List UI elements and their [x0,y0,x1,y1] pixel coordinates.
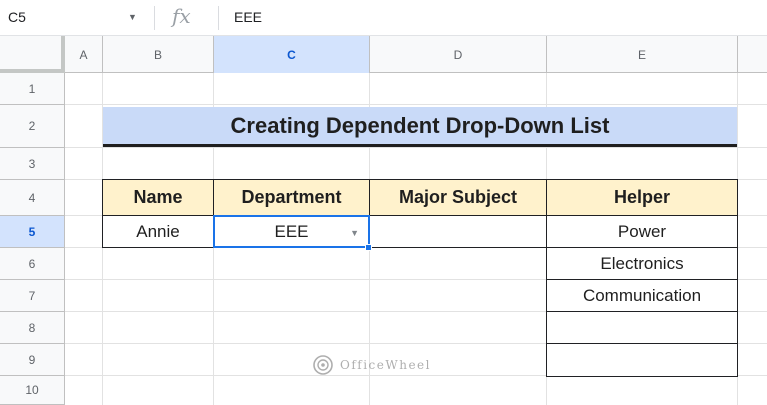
helper-cell[interactable] [546,311,738,344]
row-header-6[interactable]: 6 [0,248,65,280]
column-header-d[interactable]: D [370,36,547,73]
column-header-e[interactable]: E [547,36,738,73]
row-header-10[interactable]: 10 [0,376,65,405]
department-dropdown-cell[interactable]: EEE ▼ [213,215,370,248]
column-header-row: A B C D E [0,36,767,73]
column-header-b[interactable]: B [103,36,214,73]
header-department-cell[interactable]: Department [213,179,370,216]
fill-handle[interactable] [365,244,372,251]
grid-line [65,104,767,105]
officewheel-logo-icon [313,355,333,375]
chevron-down-icon[interactable]: ▼ [128,12,137,22]
select-all-corner[interactable] [0,36,65,73]
watermark-text: OfficeWheel [340,358,431,372]
name-box-value: C5 [8,9,26,25]
row-header-3[interactable]: 3 [0,148,65,180]
row-header-9[interactable]: 9 [0,344,65,376]
name-cell[interactable]: Annie [102,215,214,248]
helper-cell[interactable] [546,343,738,377]
row-header-8[interactable]: 8 [0,312,65,344]
formula-input[interactable]: EEE [234,9,262,25]
header-major-subject-cell[interactable]: Major Subject [369,179,547,216]
helper-cell[interactable]: Power [546,215,738,248]
row-header-7[interactable]: 7 [0,280,65,312]
row-header-5[interactable]: 5 [0,216,65,248]
fx-icon: fx [172,4,191,28]
row-header-4[interactable]: 4 [0,180,65,216]
helper-cell[interactable]: Communication [546,279,738,312]
header-name-cell[interactable]: Name [102,179,214,216]
dropdown-arrow-icon[interactable]: ▼ [350,228,359,238]
formula-bar: C5 ▼ fx EEE [0,0,767,36]
row-header-2[interactable]: 2 [0,105,65,148]
column-header-a[interactable]: A [65,36,103,73]
helper-cell[interactable]: Electronics [546,247,738,280]
row-header-1[interactable]: 1 [0,73,65,105]
watermark: OfficeWheel [312,354,431,376]
formula-bar-divider [218,6,219,30]
sheet-title[interactable]: Creating Dependent Drop-Down List [103,107,737,147]
major-subject-cell[interactable] [369,215,547,248]
formula-bar-divider [154,6,155,30]
column-header-c[interactable]: C [214,36,370,73]
grid-line [65,147,767,148]
header-helper-cell[interactable]: Helper [546,179,738,216]
name-box[interactable]: C5 ▼ [0,0,150,36]
department-value: EEE [274,221,309,241]
